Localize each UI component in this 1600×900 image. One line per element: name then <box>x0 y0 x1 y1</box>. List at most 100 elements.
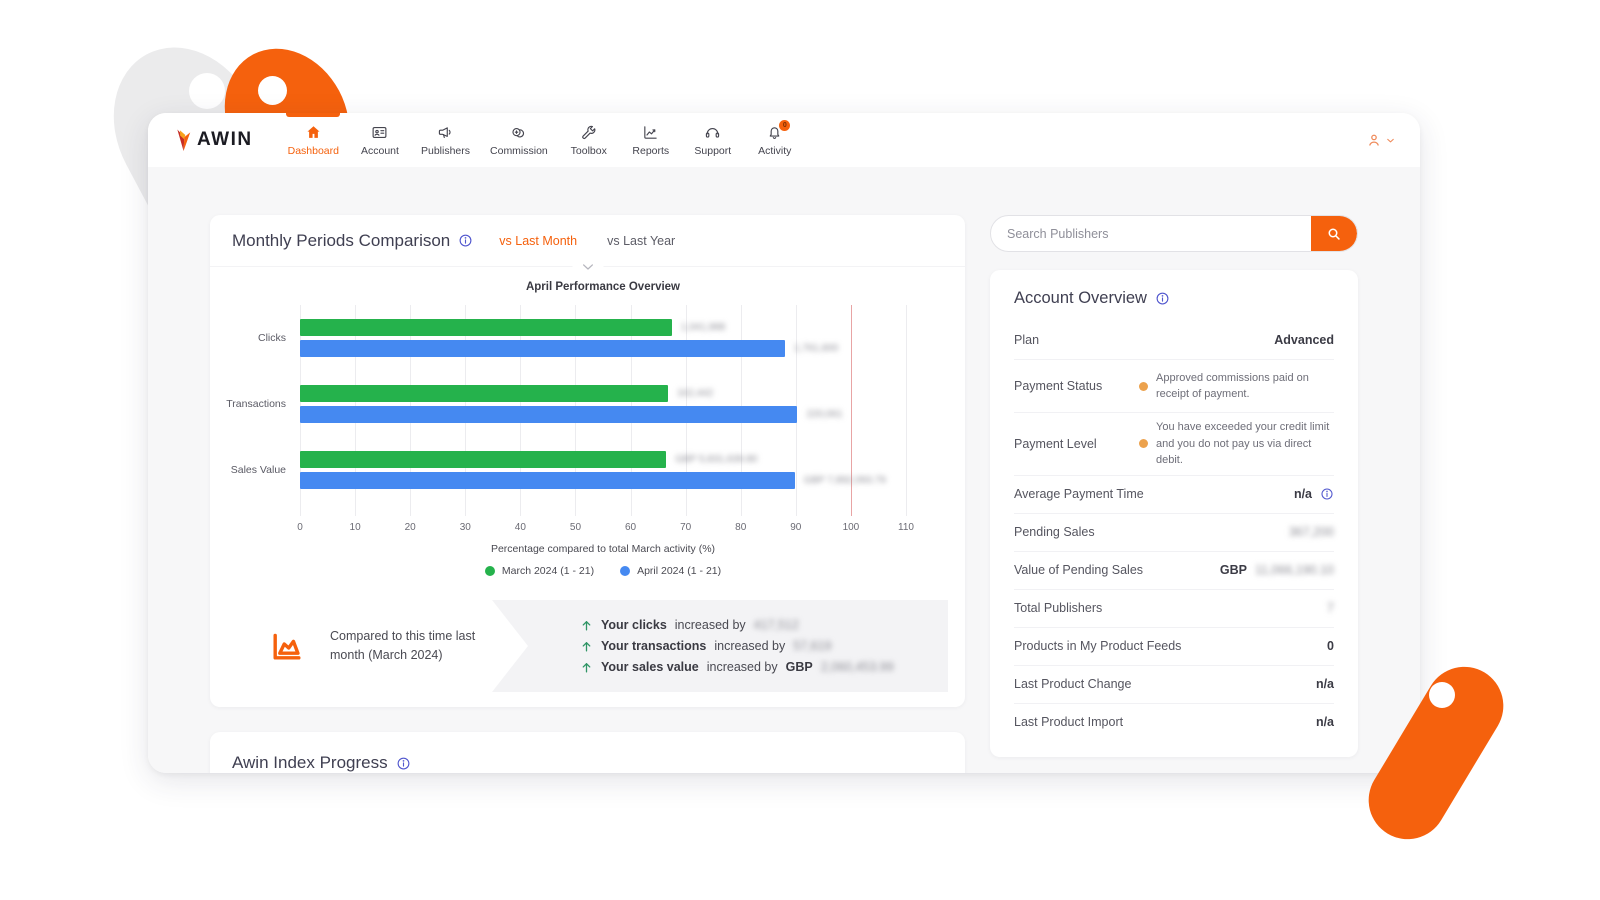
bar <box>300 451 666 468</box>
tick-label: 60 <box>625 522 636 533</box>
arrow-up-icon <box>580 640 593 653</box>
bar-row: 220,061 <box>300 406 906 423</box>
info-icon[interactable] <box>458 233 473 248</box>
search-icon <box>1326 226 1342 242</box>
bar <box>300 406 797 423</box>
page: { "brand": { "name": "AWIN" }, "colors":… <box>0 0 1600 900</box>
account-row-value: n/a <box>1316 715 1334 729</box>
bar <box>300 385 668 402</box>
legend-dot <box>620 566 630 576</box>
stat-lead: Your clicks <box>601 618 667 632</box>
summary-stat: Your sales valueincreased byGBP2,060,453… <box>580 660 894 674</box>
monthly-periods-card: Monthly Periods Comparison vs Last Month… <box>210 215 965 707</box>
decorative-pin-gray-hole <box>189 73 225 109</box>
user-menu[interactable] <box>1366 113 1396 167</box>
account-row-last-product-import: Last Product Importn/a <box>1014 703 1334 741</box>
area-chart-icon <box>266 625 308 667</box>
tab-vs-last-year[interactable]: vs Last Year <box>607 234 675 248</box>
value-text: n/a <box>1316 677 1334 691</box>
tick-label: 50 <box>570 522 581 533</box>
nav-item-label: Toolbox <box>571 145 607 157</box>
x-axis-label: Percentage compared to total March activ… <box>300 543 906 555</box>
stat-lead: Your sales value <box>601 660 699 674</box>
account-row-label: Total Publishers <box>1014 601 1102 615</box>
main-nav: Dashboard Account Publishers Commission Tool… <box>283 113 801 167</box>
account-row-average-payment-time: Average Payment Timen/a <box>1014 475 1334 513</box>
stat-text: increased by <box>714 639 785 653</box>
status-dot <box>1139 382 1148 391</box>
tab-vs-last-month[interactable]: vs Last Month <box>499 234 577 248</box>
account-row-value: Advanced <box>1274 333 1334 347</box>
legend-label: March 2024 (1 - 21) <box>502 565 594 577</box>
account-row-value-of-pending-sales: Value of Pending Sales GBP11,066,190.10 <box>1014 551 1334 589</box>
account-row-products-in-my-product-feeds: Products in My Product Feeds 0 <box>1014 627 1334 665</box>
nav-item-support[interactable]: Support <box>687 113 739 167</box>
bar-row: GBP 7,892,093.79 <box>300 472 906 489</box>
card-title: Monthly Periods Comparison <box>232 231 450 251</box>
nav-item-activity[interactable]: 0Activity <box>749 113 801 167</box>
status-dot <box>1139 439 1148 448</box>
info-icon[interactable] <box>396 756 411 771</box>
publisher-search <box>990 215 1358 252</box>
nav-item-label: Dashboard <box>288 145 339 157</box>
tick-label: 70 <box>680 522 691 533</box>
headset-icon <box>704 124 721 141</box>
search-input[interactable] <box>991 216 1311 251</box>
bar-value-label: GBP 7,892,093.79 <box>804 475 886 486</box>
account-row-label: Value of Pending Sales <box>1014 563 1143 577</box>
bar-track: 1,041,9881,761,600 <box>300 319 906 357</box>
summary-stat: Your clicksincreased by417,512 <box>580 618 894 632</box>
legend-item: April 2024 (1 - 21) <box>620 565 721 577</box>
awin-index-card: Awin Index Progress <box>210 732 965 773</box>
chart-group-clicks: Clicks1,041,9881,761,600 <box>210 319 906 357</box>
nav-item-dashboard[interactable]: Dashboard <box>283 113 344 167</box>
legend-item: March 2024 (1 - 21) <box>485 565 594 577</box>
decorative-pin-orange-hole <box>258 76 287 105</box>
tick-label: 110 <box>898 522 914 533</box>
info-icon[interactable] <box>1155 291 1170 306</box>
value-text: 7 <box>1327 601 1334 615</box>
bar-track: GBP 5,831,639.80 GBP 7,892,093.79 <box>300 451 906 489</box>
account-row-value: n/a <box>1294 487 1334 501</box>
user-icon <box>1366 132 1382 148</box>
summary-stats: Your clicksincreased by417,512Your trans… <box>528 600 894 692</box>
account-row-pending-sales: Pending Sales367,200 <box>1014 513 1334 551</box>
category-label: Transactions <box>210 398 300 410</box>
comparison-tabs: vs Last Month vs Last Year <box>499 234 675 248</box>
x-axis-ticks: 0102030405060708090100110 <box>300 522 906 536</box>
nav-item-toolbox[interactable]: Toolbox <box>563 113 615 167</box>
account-row-last-product-change: Last Product Changen/a <box>1014 665 1334 703</box>
comparison-summary: Compared to this time last month (March … <box>228 600 948 692</box>
nav-item-reports[interactable]: Reports <box>625 113 677 167</box>
brand-name: AWIN <box>197 129 253 151</box>
account-row-payment-level: Payment LevelYou have exceeded your cred… <box>1014 412 1334 475</box>
bar-value-label: 162,442 <box>677 388 713 399</box>
account-overview-title: Account Overview <box>1014 289 1147 308</box>
account-row-value: 0 <box>1327 639 1334 653</box>
nav-item-account[interactable]: Account <box>354 113 406 167</box>
bar-row: 1,761,600 <box>300 340 906 357</box>
account-row-label: Products in My Product Feeds <box>1014 639 1181 653</box>
legend-dot <box>485 566 495 576</box>
gridline <box>906 305 907 516</box>
chart-group-transactions: Transactions 162,442 220,061 <box>210 385 906 423</box>
megaphone-icon <box>437 124 454 141</box>
bar-value-label: GBP 5,831,639.80 <box>675 454 757 465</box>
tick-label: 40 <box>515 522 526 533</box>
search-button[interactable] <box>1311 215 1357 252</box>
info-icon[interactable] <box>1320 487 1334 501</box>
nav-item-publishers[interactable]: Publishers <box>416 113 475 167</box>
stat-text: increased by <box>675 618 746 632</box>
awin-logo[interactable]: AWIN <box>174 128 253 153</box>
bar-row: 162,442 <box>300 385 906 402</box>
nav-item-commission[interactable]: Commission <box>485 113 553 167</box>
account-row-total-publishers: Total Publishers 7 <box>1014 589 1334 627</box>
chevron-down-icon <box>1385 135 1396 146</box>
account-row-value: GBP11,066,190.10 <box>1220 563 1334 577</box>
tick-label: 20 <box>405 522 416 533</box>
nav-item-label: Account <box>361 145 399 157</box>
chart-bars: Clicks1,041,9881,761,600 Transactions 162,… <box>210 305 906 510</box>
nav-item-label: Commission <box>490 145 548 157</box>
stat-text: increased by <box>707 660 778 674</box>
value-currency: GBP <box>1220 563 1247 577</box>
